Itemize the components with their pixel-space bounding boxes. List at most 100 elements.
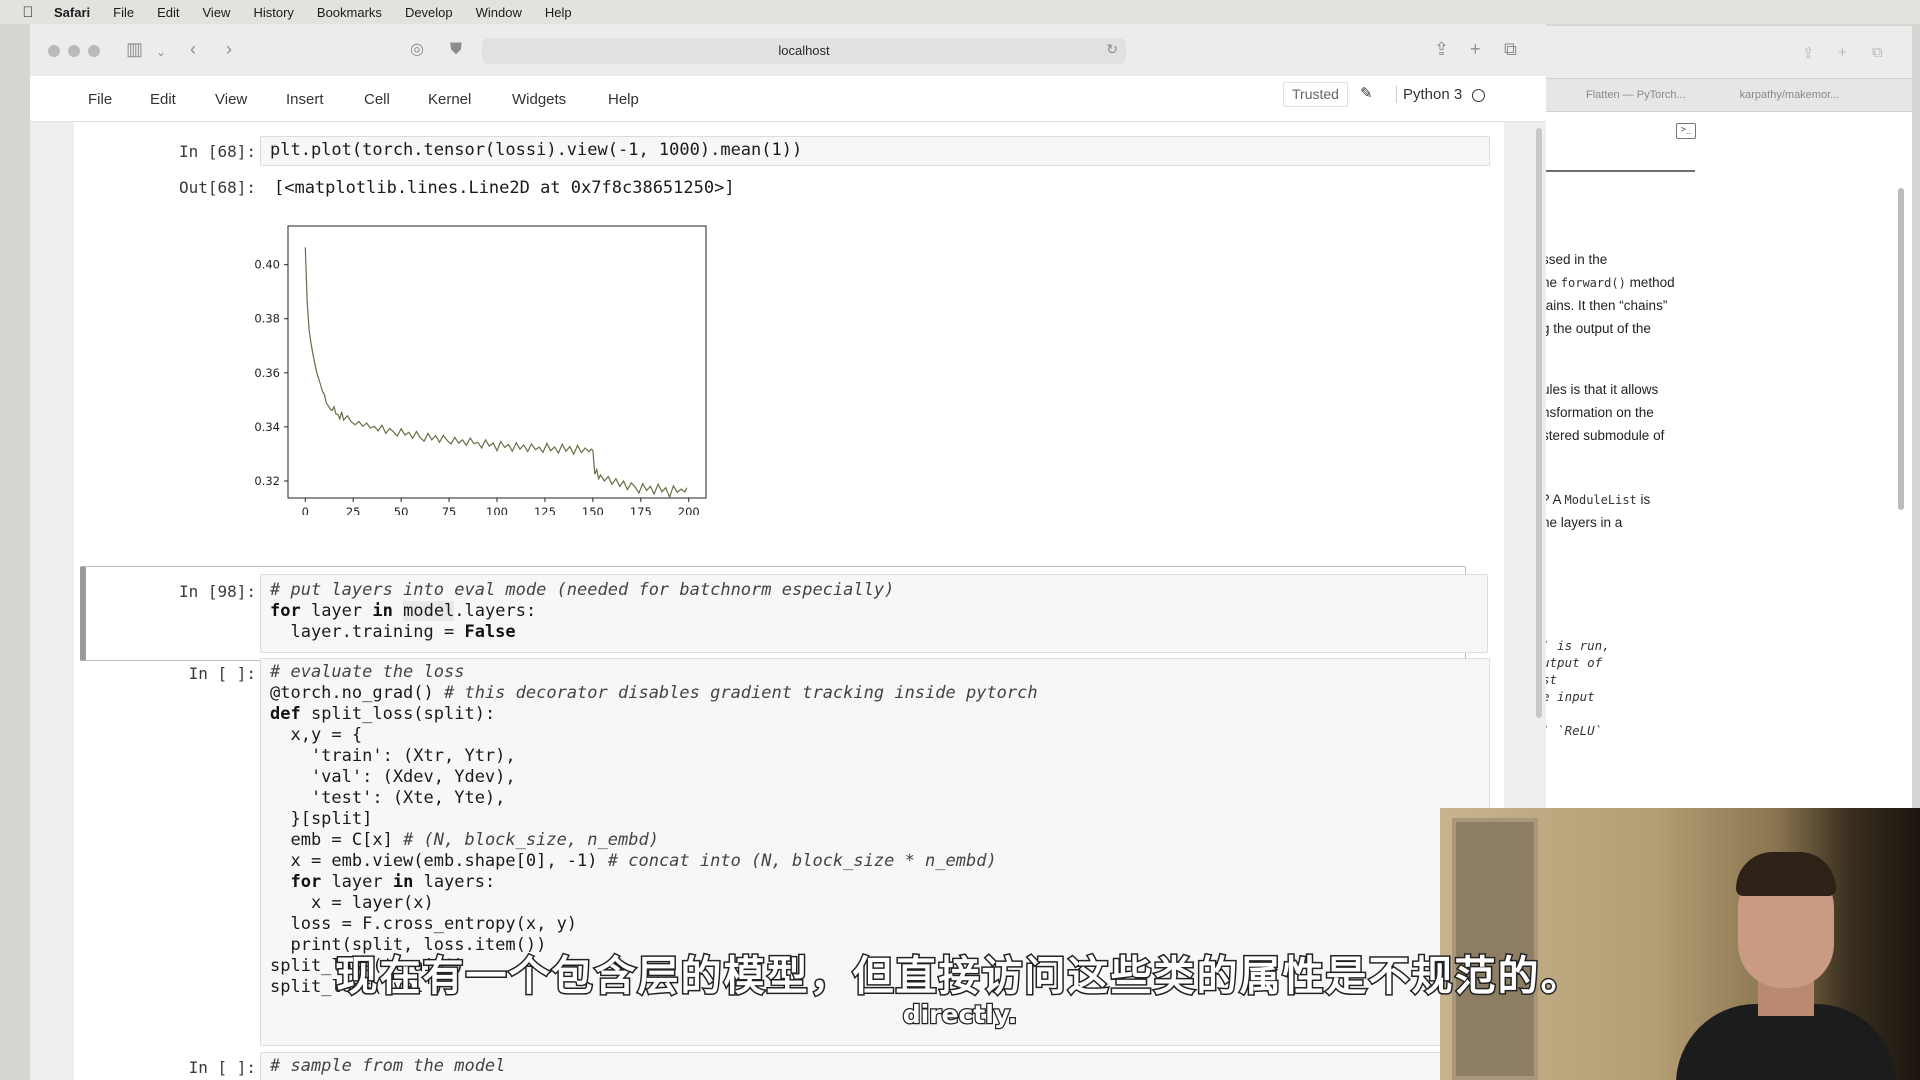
code-line: plt.plot(torch.tensor(lossi).view(-1, 10… — [270, 140, 803, 160]
safari-toolbar: ▥ ⌄ ‹ › ◎ ⛊ localhost ↻ ⇪ + ⧉ — [30, 24, 1546, 76]
loss-line-chart: 0 25 50 75 100 125 150 175 200 0.320.340.360.380… — [254, 225, 707, 515]
x-tick-label: 50 — [394, 505, 409, 515]
safari-window: ▥ ⌄ ‹ › ◎ ⛊ localhost ↻ ⇪ + ⧉ File Edit … — [30, 24, 1546, 1080]
share-icon: ⇪ — [1802, 45, 1815, 62]
tab-overview-icon: ⧉ — [1872, 44, 1883, 61]
jupyter-menu-widgets[interactable]: Widgets — [512, 91, 566, 108]
x-tick-label: 125 — [534, 505, 556, 515]
code-text: x = layer(x) — [270, 893, 434, 913]
x-tick-label: 100 — [486, 505, 508, 515]
y-axis: 0.32 0.34 0.36 0.38 0.40 — [254, 258, 288, 488]
code-text: layers: — [413, 872, 496, 892]
kernel-name[interactable]: Python 3 — [1396, 86, 1462, 103]
code-comment: # evaluate the loss — [270, 662, 465, 682]
x-axis: 0 25 50 75 100 125 150 175 200 — [302, 498, 700, 515]
code-comment: # (N, block_size, n_embd) — [403, 830, 659, 850]
reload-icon[interactable]: ↻ — [1106, 41, 1118, 58]
jupyter-menu-insert[interactable]: Insert — [286, 91, 324, 108]
jupyter-menu-file[interactable]: File — [88, 91, 112, 108]
x-tick-label: 200 — [678, 505, 700, 515]
menu-bookmarks[interactable]: Bookmarks — [317, 5, 382, 20]
terminal-icon[interactable]: >_ — [1676, 123, 1696, 139]
forward-icon[interactable]: › — [226, 39, 232, 59]
chevron-down-icon[interactable]: ⌄ — [156, 42, 166, 62]
menu-help[interactable]: Help — [545, 5, 572, 20]
new-tab-icon: + — [1838, 44, 1847, 61]
loss-series-line — [304, 247, 688, 499]
shield-icon[interactable]: ⛊ — [450, 40, 462, 60]
jupyter-menu-kernel[interactable]: Kernel — [428, 91, 471, 108]
code-text: 'train': (Xtr, Ytr), — [270, 746, 516, 766]
close-window-button[interactable] — [48, 45, 60, 57]
code-text: .layers: — [454, 601, 537, 621]
highlighted-token: model — [403, 601, 455, 621]
minimize-window-button[interactable] — [68, 45, 80, 57]
keyword: def — [270, 704, 301, 724]
pencil-icon[interactable]: ✎ — [1360, 84, 1373, 102]
doc-code-line: e input — [1542, 689, 1595, 704]
jupyter-menu-cell[interactable]: Cell — [364, 91, 390, 108]
doc-code-line: utput of — [1542, 655, 1603, 670]
trusted-badge[interactable]: Trusted — [1283, 82, 1348, 107]
doc-code-line: ` is run, — [1542, 638, 1610, 653]
code-comment: # this decorator disables gradient track… — [444, 683, 1038, 703]
apple-icon[interactable]:  — [20, 4, 36, 21]
jupyter-menu-view[interactable]: View — [215, 91, 247, 108]
url-text[interactable]: localhost — [482, 38, 1126, 64]
code-text: loss = F.cross_entropy(x, y) — [270, 914, 578, 934]
background-tab-flatten[interactable]: Flatten — PyTorch... — [1586, 89, 1686, 101]
menu-history[interactable]: History — [253, 5, 293, 20]
keyword: for — [290, 872, 322, 892]
tab-overview-icon[interactable]: ⧉ — [1504, 39, 1517, 59]
background-scrollbar[interactable] — [1898, 188, 1904, 510]
menu-file[interactable]: File — [113, 5, 134, 20]
x-tick-label: 75 — [442, 505, 457, 515]
menu-view[interactable]: View — [203, 5, 231, 20]
sidebar-icon[interactable]: ▥ — [126, 39, 143, 59]
keyword: False — [464, 622, 516, 642]
y-tick-label: 0.36 — [254, 366, 280, 380]
code-text: 'test': (Xte, Yte), — [270, 788, 506, 808]
code-comment: # concat into (N, block_size * n_embd) — [607, 851, 997, 871]
code-text: split_loss(split): — [300, 704, 496, 724]
plot-frame — [287, 225, 707, 499]
doc-code-line: ` `ReLU` — [1542, 723, 1603, 738]
y-tick-label: 0.38 — [254, 312, 280, 326]
divider — [1520, 170, 1695, 172]
new-tab-icon[interactable]: + — [1470, 39, 1481, 59]
keyword: in — [392, 872, 414, 892]
menu-window[interactable]: Window — [476, 5, 522, 20]
extension-icon[interactable]: ◎ — [410, 40, 424, 60]
back-icon[interactable]: ‹ — [190, 39, 196, 59]
doc-text-line: tains. It then “chains” — [1542, 298, 1668, 313]
code-text: 'val': (Xdev, Ydev), — [270, 767, 516, 787]
subtitle-chinese: 现在有一个包含层的模型，但直接访问这些类的属性是不规范的。 — [335, 951, 1584, 1002]
code-comment: # sample from the model — [270, 1056, 506, 1076]
doc-text-line: he forward() method — [1542, 275, 1675, 290]
code-line: # sample from the model — [270, 1056, 505, 1077]
share-icon[interactable]: ⇪ — [1434, 39, 1449, 59]
doc-text-line: ules is that it allows — [1542, 382, 1659, 397]
output-prompt: Out[68]: — [178, 178, 256, 197]
y-tick-label: 0.32 — [254, 474, 280, 488]
zoom-window-button[interactable] — [88, 45, 100, 57]
keyword: in — [372, 601, 393, 621]
code-text: @torch.no_grad() — [270, 683, 444, 703]
jupyter-menu-edit[interactable]: Edit — [150, 91, 176, 108]
background-browser-window: ⇪ + ⧉ Flatten — PyTorch... karpathy/make… — [1520, 26, 1912, 810]
menu-safari[interactable]: Safari — [54, 5, 90, 20]
menu-develop[interactable]: Develop — [405, 5, 453, 20]
jupyter-menu-help[interactable]: Help — [608, 91, 639, 108]
doc-text-line: g the output of the — [1542, 321, 1651, 336]
background-tab-makemore[interactable]: karpathy/makemor... — [1740, 89, 1840, 101]
code-text: layer — [300, 601, 373, 621]
menu-edit[interactable]: Edit — [157, 5, 179, 20]
notebook-scrollbar[interactable] — [1536, 128, 1542, 718]
keyword: for — [270, 601, 301, 621]
doc-text-line: nsformation on the — [1542, 405, 1654, 420]
code-text: x,y = { — [270, 725, 363, 745]
y-tick-label: 0.40 — [254, 258, 280, 272]
subtitle-english: directly. — [901, 999, 1018, 1031]
kernel-status-icon — [1472, 89, 1485, 102]
address-bar[interactable]: localhost ↻ — [482, 38, 1126, 64]
